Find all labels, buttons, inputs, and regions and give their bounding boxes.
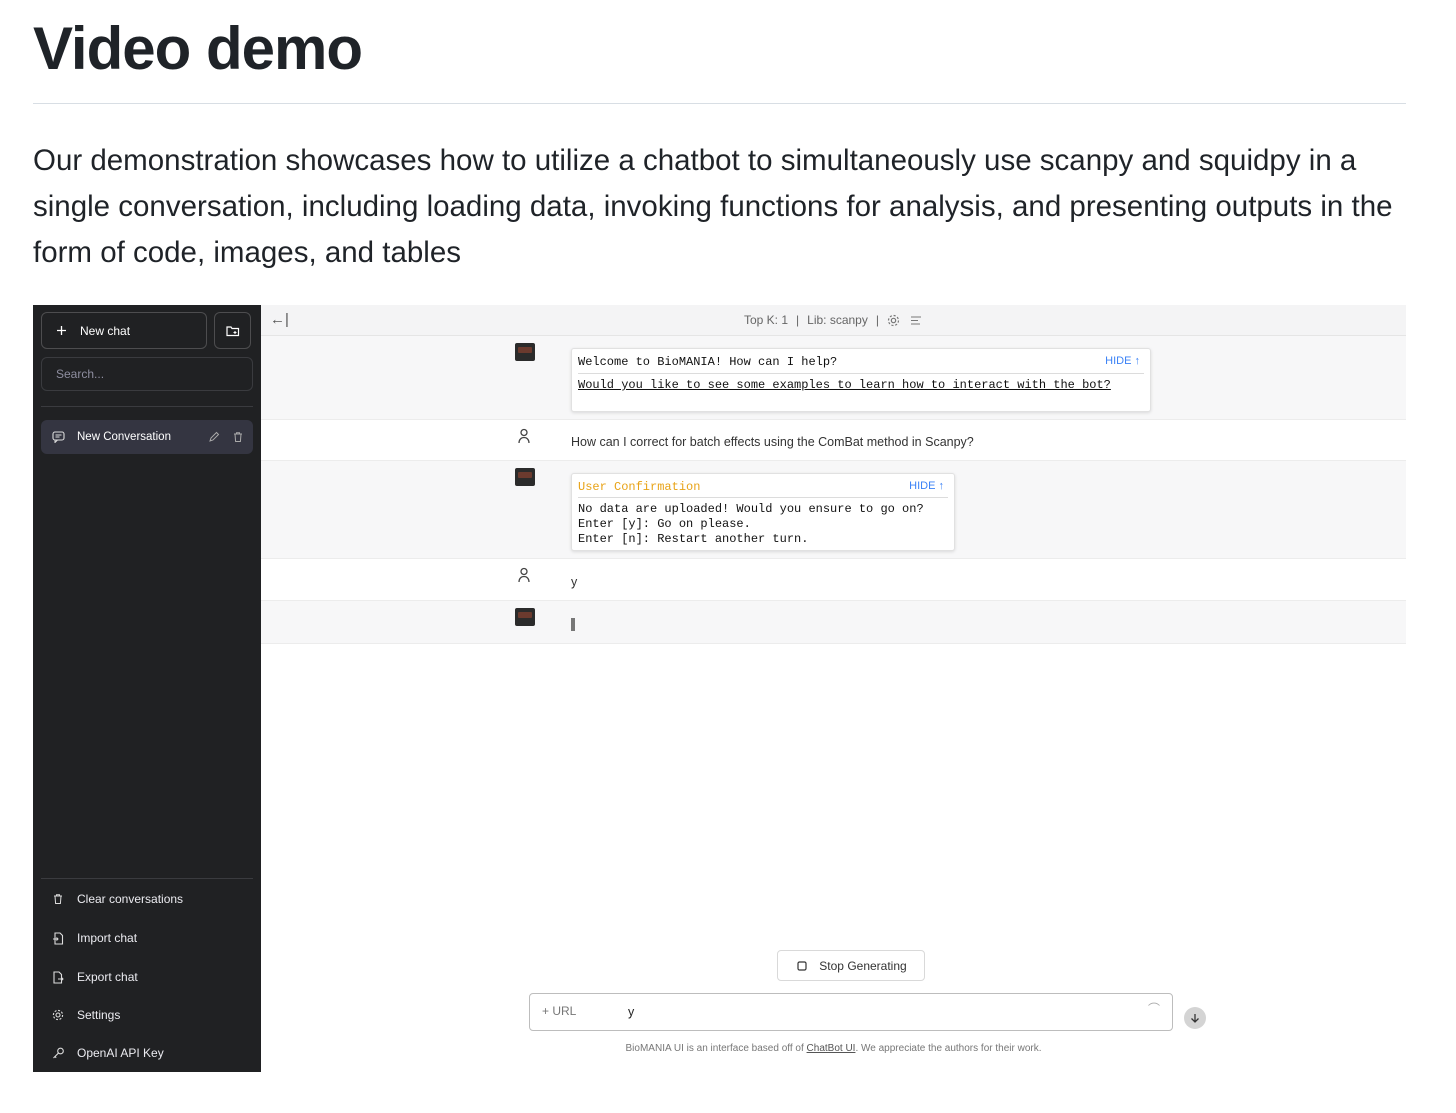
api-key-label: OpenAI API Key	[77, 1046, 164, 1060]
status-separator: |	[796, 313, 800, 327]
export-chat-button[interactable]: Export chat	[51, 970, 138, 984]
gear-icon[interactable]	[887, 313, 901, 327]
sidebar-item-conversation[interactable]: New Conversation	[41, 420, 253, 454]
bot-avatar	[515, 608, 535, 626]
message-row-bot: User Confirmation HIDE ↑ No data are upl…	[261, 461, 1406, 559]
message-row-user: How can I correct for batch effects usin…	[261, 420, 1406, 461]
url-button[interactable]: + URL	[542, 1004, 576, 1018]
library-label: Lib: scanpy	[807, 313, 868, 327]
folder-plus-icon	[225, 324, 240, 338]
message-row-bot: Welcome to BioMANIA! How can I help? HID…	[261, 336, 1406, 420]
examples-link[interactable]: Would you like to see some examples to l…	[578, 378, 1118, 393]
conversation-label: New Conversation	[77, 431, 171, 443]
confirmation-line: Enter [y]: Go on please.	[578, 517, 751, 531]
welcome-card: Welcome to BioMANIA! How can I help? HID…	[571, 348, 1151, 412]
chat-input[interactable]: + URL y ⌒	[529, 993, 1173, 1031]
clear-conversations-label: Clear conversations	[77, 892, 184, 906]
plus-icon	[54, 324, 68, 338]
import-icon	[51, 931, 65, 945]
user-icon	[517, 428, 531, 449]
gear-icon	[51, 1008, 65, 1022]
export-chat-label: Export chat	[77, 970, 138, 984]
card-divider	[578, 373, 1144, 374]
bot-avatar	[515, 468, 535, 486]
chat-topbar: ←| Top K: 1 | Lib: scanpy |	[261, 305, 1406, 336]
clear-conversations-button[interactable]: Clear conversations	[51, 892, 183, 906]
import-chat-button[interactable]: Import chat	[51, 931, 137, 945]
sidebar-divider	[41, 406, 253, 407]
scroll-down-button[interactable]	[1184, 1007, 1206, 1029]
export-icon	[51, 970, 65, 984]
send-icon[interactable]: ⌒	[1148, 1000, 1160, 1017]
title-divider	[33, 103, 1406, 104]
new-chat-button[interactable]: New chat	[41, 312, 207, 349]
api-key-button[interactable]: OpenAI API Key	[51, 1046, 164, 1060]
conversation-actions	[207, 420, 245, 454]
arrow-down-icon	[1188, 1011, 1202, 1025]
sidebar: New chat New Conversation	[33, 305, 261, 1072]
pencil-icon[interactable]	[207, 430, 221, 444]
chat-bubble-icon	[51, 430, 65, 444]
chatbot-ui-link[interactable]: ChatBot UI	[807, 1043, 856, 1054]
chat-input-value: y	[628, 1005, 635, 1019]
chat-main: ←| Top K: 1 | Lib: scanpy | Welcome to B…	[261, 305, 1406, 1072]
new-chat-label: New chat	[80, 323, 131, 338]
confirmation-line: No data are uploaded! Would you ensure t…	[578, 502, 924, 516]
hide-button[interactable]: HIDE ↑	[1105, 355, 1140, 367]
settings-label: Settings	[77, 1008, 121, 1022]
typing-cursor	[571, 618, 575, 631]
confirmation-title: User Confirmation	[578, 480, 701, 494]
hide-button[interactable]: HIDE ↑	[909, 480, 944, 492]
bot-avatar	[515, 343, 535, 361]
topk-label: Top K: 1	[744, 313, 789, 327]
model-status: Top K: 1 | Lib: scanpy |	[261, 313, 1406, 327]
search-input[interactable]	[41, 357, 253, 391]
user-message-text: y	[571, 575, 578, 589]
square-icon	[795, 959, 809, 973]
user-icon	[517, 567, 531, 588]
confirmation-card: User Confirmation HIDE ↑ No data are upl…	[571, 473, 955, 551]
user-message-text: How can I correct for batch effects usin…	[571, 435, 974, 449]
stop-generating-button[interactable]: Stop Generating	[777, 950, 925, 981]
confirmation-body: No data are uploaded! Would you ensure t…	[578, 502, 924, 547]
import-chat-label: Import chat	[77, 931, 138, 945]
key-icon	[51, 1046, 65, 1060]
trash-icon	[51, 892, 65, 906]
confirmation-line: Enter [n]: Restart another turn.	[578, 532, 809, 546]
trash-icon[interactable]	[231, 430, 245, 444]
stop-generating-label: Stop Generating	[819, 958, 907, 973]
demo-screenshot: New chat New Conversation	[33, 305, 1406, 1072]
new-folder-button[interactable]	[214, 312, 251, 349]
card-divider	[578, 497, 948, 498]
message-row-bot	[261, 601, 1406, 644]
welcome-title: Welcome to BioMANIA! How can I help?	[578, 355, 838, 369]
settings-button[interactable]: Settings	[51, 1008, 120, 1022]
chat-footer: BioMANIA UI is an interface based off of…	[261, 1043, 1406, 1054]
footer-prefix: BioMANIA UI is an interface based off of	[625, 1043, 807, 1054]
menu-lines-icon[interactable]	[909, 313, 923, 327]
sidebar-divider	[41, 878, 253, 879]
status-separator: |	[875, 313, 879, 327]
intro-paragraph: Our demonstration showcases how to utili…	[33, 144, 1393, 269]
message-row-user: y	[261, 559, 1406, 601]
footer-suffix: . We appreciate the authors for their wo…	[855, 1043, 1042, 1054]
page-title: Video demo	[33, 15, 363, 82]
